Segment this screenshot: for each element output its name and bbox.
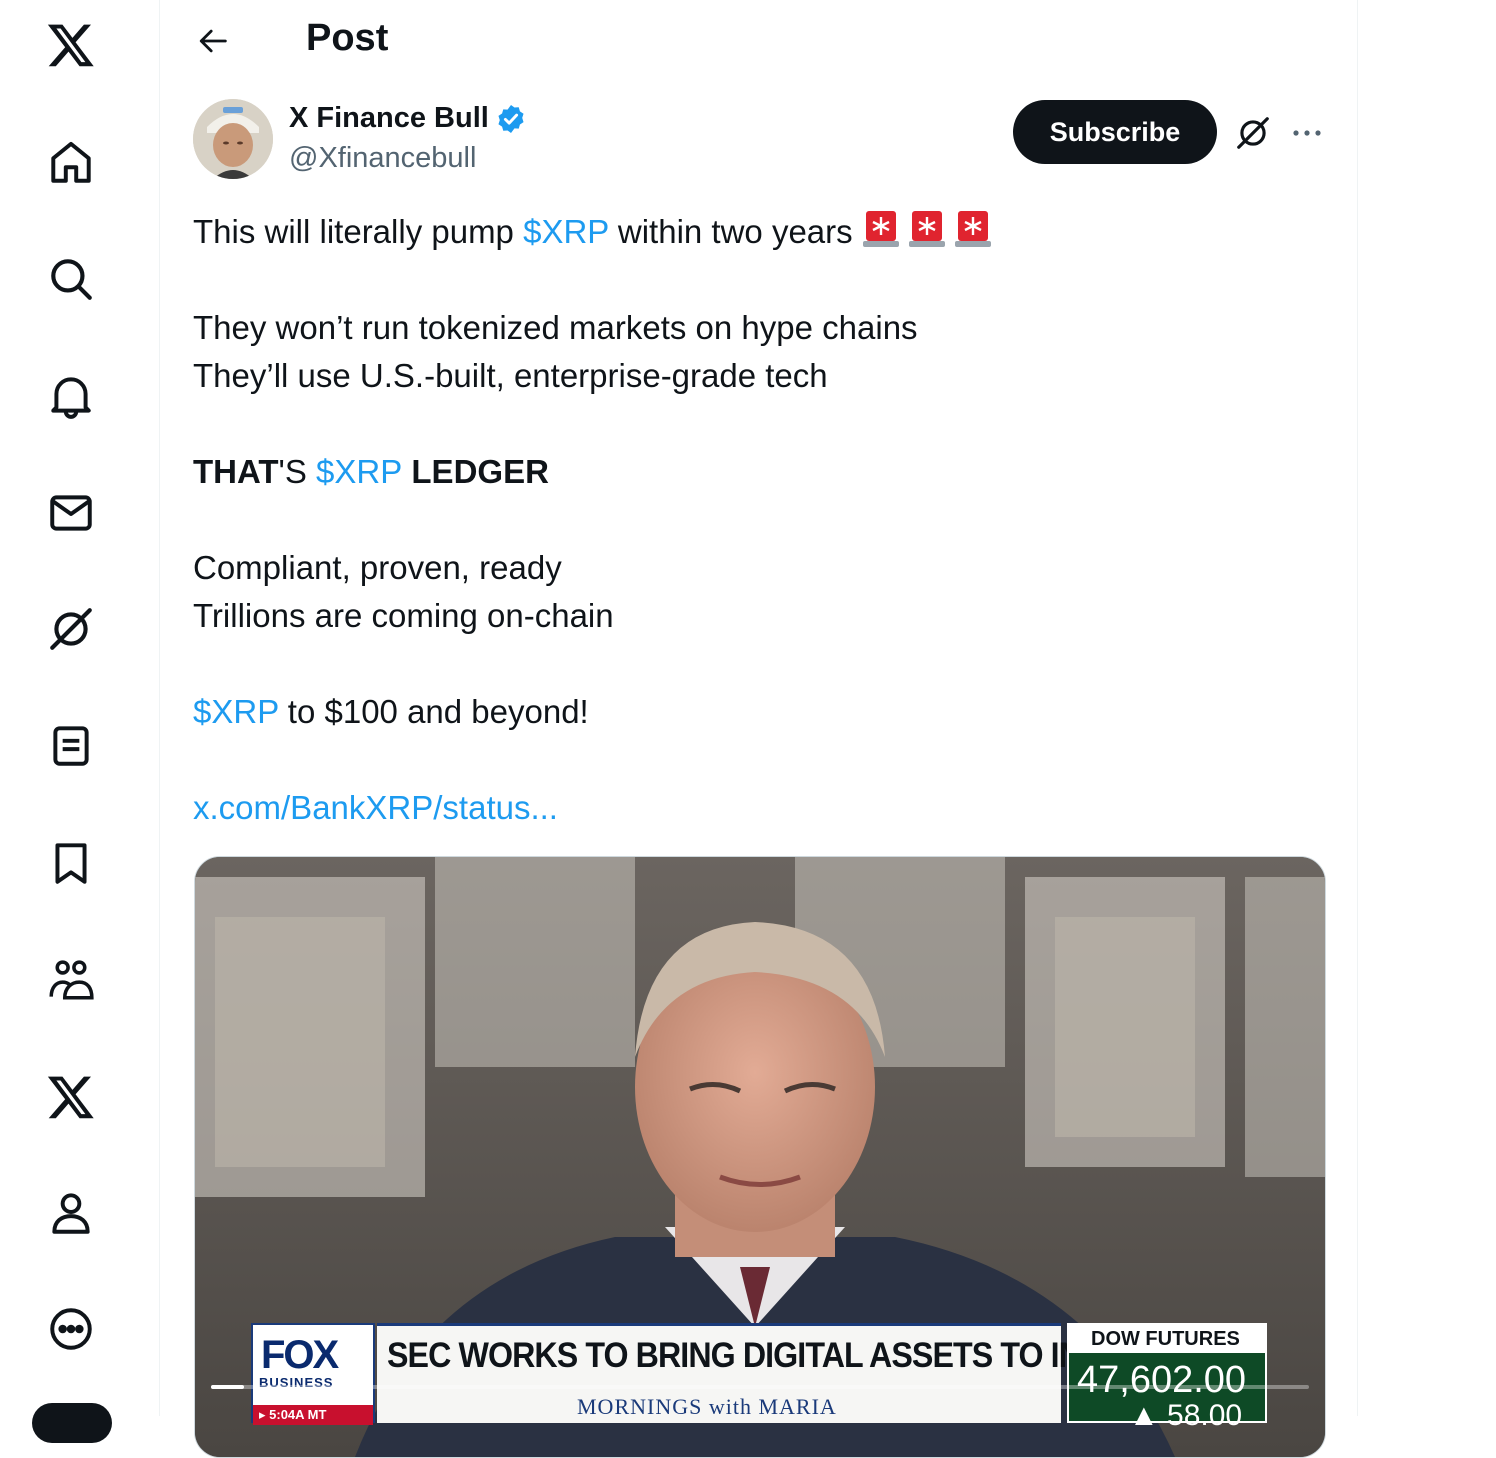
ticker-label: DOW FUTURES xyxy=(1069,1325,1265,1353)
post-text-segment: to $100 and beyond! xyxy=(278,693,589,730)
post-text-segment: This will literally pump xyxy=(193,213,524,250)
post-line-3: They’ll use U.S.-built, enterprise-grade… xyxy=(193,357,828,394)
more-dots-icon xyxy=(1293,130,1321,136)
verified-badge-icon xyxy=(498,104,524,133)
show-name: MORNINGS with MARIA xyxy=(577,1394,837,1419)
post-line-5: Compliant, proven, ready xyxy=(193,549,562,586)
communities-icon[interactable] xyxy=(44,953,98,1007)
lists-icon[interactable] xyxy=(44,719,98,773)
home-icon[interactable] xyxy=(44,135,98,189)
broadcast-time: ▸ 5:04A MT xyxy=(253,1405,373,1425)
post-line-2: They won’t run tokenized markets on hype… xyxy=(193,309,918,346)
post-line-4: THAT'S $XRP LEDGER xyxy=(193,448,1323,496)
ticker-value: 47,602.00 xyxy=(1077,1359,1247,1401)
video-progress-bar[interactable] xyxy=(211,1385,1309,1389)
grok-explain-button[interactable] xyxy=(1230,110,1276,156)
grok-icon[interactable] xyxy=(44,602,98,656)
post-line-8: x.com/BankXRP/status... xyxy=(193,784,1323,832)
rotating-light-emoji-icon xyxy=(908,211,945,247)
top-bar: Post xyxy=(160,0,1357,84)
premium-x-icon[interactable] xyxy=(44,1070,98,1124)
chyron-headline-box: SEC WORKS TO BRING DIGITAL ASSETS TO INV… xyxy=(377,1323,1229,1423)
market-ticker: DOW FUTURES 47,602.00 ▲ 58.00 xyxy=(1067,1323,1267,1432)
cashtag-link[interactable]: $XRP xyxy=(523,213,609,250)
subscribe-button[interactable]: Subscribe xyxy=(1013,100,1217,164)
page-title: Post xyxy=(306,17,389,59)
cashtag-link[interactable]: $XRP xyxy=(193,693,279,730)
post-text-segment: 'S xyxy=(278,453,317,490)
profile-icon[interactable] xyxy=(44,1186,98,1240)
post-text-segment: within two years xyxy=(608,213,862,250)
author-avatar[interactable] xyxy=(193,99,273,179)
ticker-change: ▲ 58.00 xyxy=(1129,1399,1243,1432)
search-icon[interactable] xyxy=(44,252,98,306)
quoted-post-link[interactable]: x.com/BankXRP/status... xyxy=(193,789,558,826)
account-switcher-avatar[interactable] xyxy=(32,1403,112,1443)
cashtag-link[interactable]: $XRP xyxy=(316,453,402,490)
fox-business-logo: FOX BUSINESS ▸ 5:04A MT xyxy=(251,1323,375,1425)
video-progress-fill xyxy=(211,1385,244,1389)
bookmarks-icon[interactable] xyxy=(44,836,98,890)
video-player[interactable]: FOX BUSINESS ▸ 5:04A MT SEC WORKS TO BRI… xyxy=(194,856,1326,1458)
post-text-segment: THAT xyxy=(193,453,279,490)
post-detail-column: Post X Finance Bull @Xfinancebull Subscr… xyxy=(160,0,1358,1458)
fox-logo-text: FOX xyxy=(261,1333,339,1377)
post-body: This will literally pump $XRP within two… xyxy=(193,208,1323,832)
x-logo-icon[interactable] xyxy=(44,18,98,72)
post-line-1: This will literally pump $XRP within two… xyxy=(193,208,1323,256)
left-nav xyxy=(0,0,160,1443)
back-button[interactable] xyxy=(193,20,235,62)
author-name[interactable]: X Finance Bull xyxy=(289,102,527,135)
author-handle[interactable]: @Xfinancebull xyxy=(289,142,476,175)
more-options-button[interactable] xyxy=(1286,110,1328,156)
author-display-name: X Finance Bull xyxy=(289,102,489,134)
grok-icon xyxy=(1237,117,1269,149)
post-line-7: $XRP to $100 and beyond! xyxy=(193,688,1323,736)
news-chyron: FOX BUSINESS ▸ 5:04A MT SEC WORKS TO BRI… xyxy=(251,1323,1267,1432)
rotating-light-emoji-icon xyxy=(862,211,899,247)
rotating-light-emoji-icon xyxy=(954,211,991,247)
messages-envelope-icon[interactable] xyxy=(44,486,98,540)
more-circle-icon[interactable] xyxy=(44,1302,98,1356)
back-arrow-icon xyxy=(199,29,227,53)
post-text-segment: LEDGER xyxy=(402,453,549,490)
notifications-bell-icon[interactable] xyxy=(44,369,98,423)
post-line-6: Trillions are coming on-chain xyxy=(193,597,614,634)
